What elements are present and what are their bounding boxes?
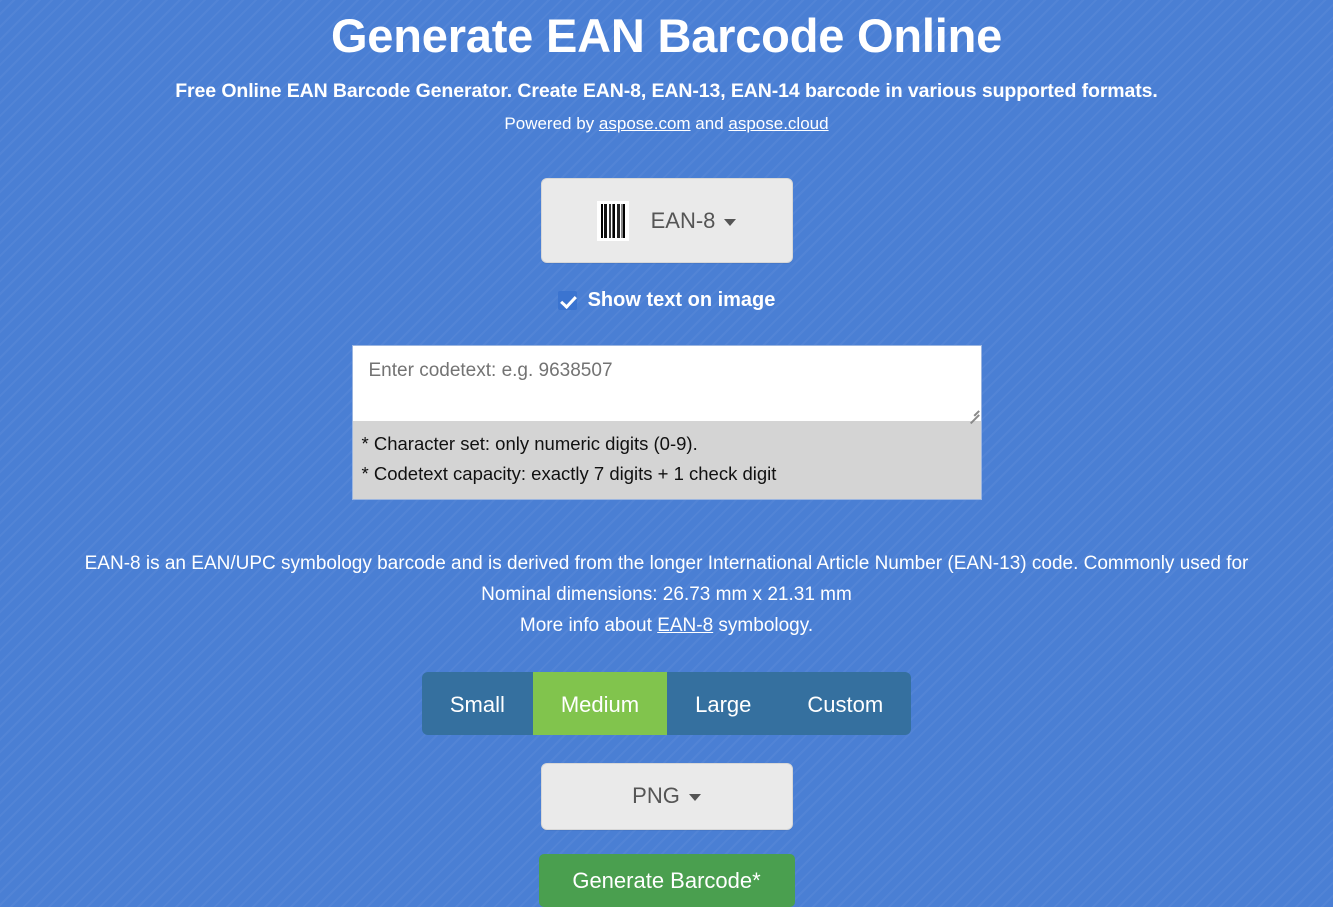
size-option-custom[interactable]: Custom	[779, 671, 912, 735]
size-option-medium[interactable]: Medium	[532, 671, 668, 735]
size-option-small[interactable]: Small	[421, 671, 533, 735]
codetext-hint-capacity: * Codetext capacity: exactly 7 digits + …	[361, 463, 777, 485]
format-dropdown-button[interactable]: PNG	[540, 762, 793, 831]
symbology-description: EAN-8 is an EAN/UPC symbology barcode an…	[17, 548, 1317, 641]
powered-by-prefix: Powered by	[504, 114, 599, 134]
chevron-down-icon	[688, 794, 701, 802]
page-subtitle: Free Online EAN Barcode Generator. Creat…	[175, 80, 1158, 103]
generate-barcode-button[interactable]: Generate Barcode*	[538, 854, 795, 907]
ean8-symbology-link[interactable]: EAN-8	[657, 615, 713, 636]
aspose-com-link[interactable]: aspose.com	[599, 114, 691, 133]
codetext-input-box	[352, 346, 981, 424]
symbology-dropdown-button[interactable]: EAN-8	[540, 178, 793, 264]
symbology-selected-value-wrap: EAN-8	[651, 208, 737, 234]
description-more-info: More info about EAN-8 symbology.	[17, 610, 1317, 641]
description-line-1: EAN-8 is an EAN/UPC symbology barcode an…	[84, 553, 1249, 575]
more-info-prefix: More info about	[519, 615, 658, 637]
more-info-suffix: symbology.	[713, 615, 814, 637]
barcode-icon	[596, 200, 629, 241]
codetext-input[interactable]	[352, 346, 981, 422]
codetext-hints: * Character set: only numeric digits (0-…	[352, 421, 981, 500]
codetext-container: * Character set: only numeric digits (0-…	[351, 345, 982, 501]
show-text-checkbox-row[interactable]: Show text on image	[557, 289, 776, 312]
powered-by-middle: and	[690, 114, 729, 134]
codetext-hint-charset: * Character set: only numeric digits (0-…	[361, 433, 698, 455]
size-option-large[interactable]: Large	[667, 671, 780, 735]
description-line-2: Nominal dimensions: 26.73 mm x 21.31 mm	[481, 584, 852, 606]
powered-by-line: Powered by aspose.com and aspose.cloud	[504, 114, 828, 134]
show-text-label: Show text on image	[587, 289, 776, 312]
page-title: Generate EAN Barcode Online	[330, 9, 1003, 62]
size-option-group: Small Medium Large Custom	[421, 671, 912, 735]
show-text-checkbox[interactable]	[557, 291, 577, 311]
symbology-selected-value: EAN-8	[650, 207, 716, 233]
aspose-cloud-link[interactable]: aspose.cloud	[728, 114, 828, 133]
format-selected-value: PNG	[632, 783, 680, 809]
page-root: Generate EAN Barcode Online Free Online …	[0, 0, 1333, 907]
chevron-down-icon	[724, 218, 737, 226]
